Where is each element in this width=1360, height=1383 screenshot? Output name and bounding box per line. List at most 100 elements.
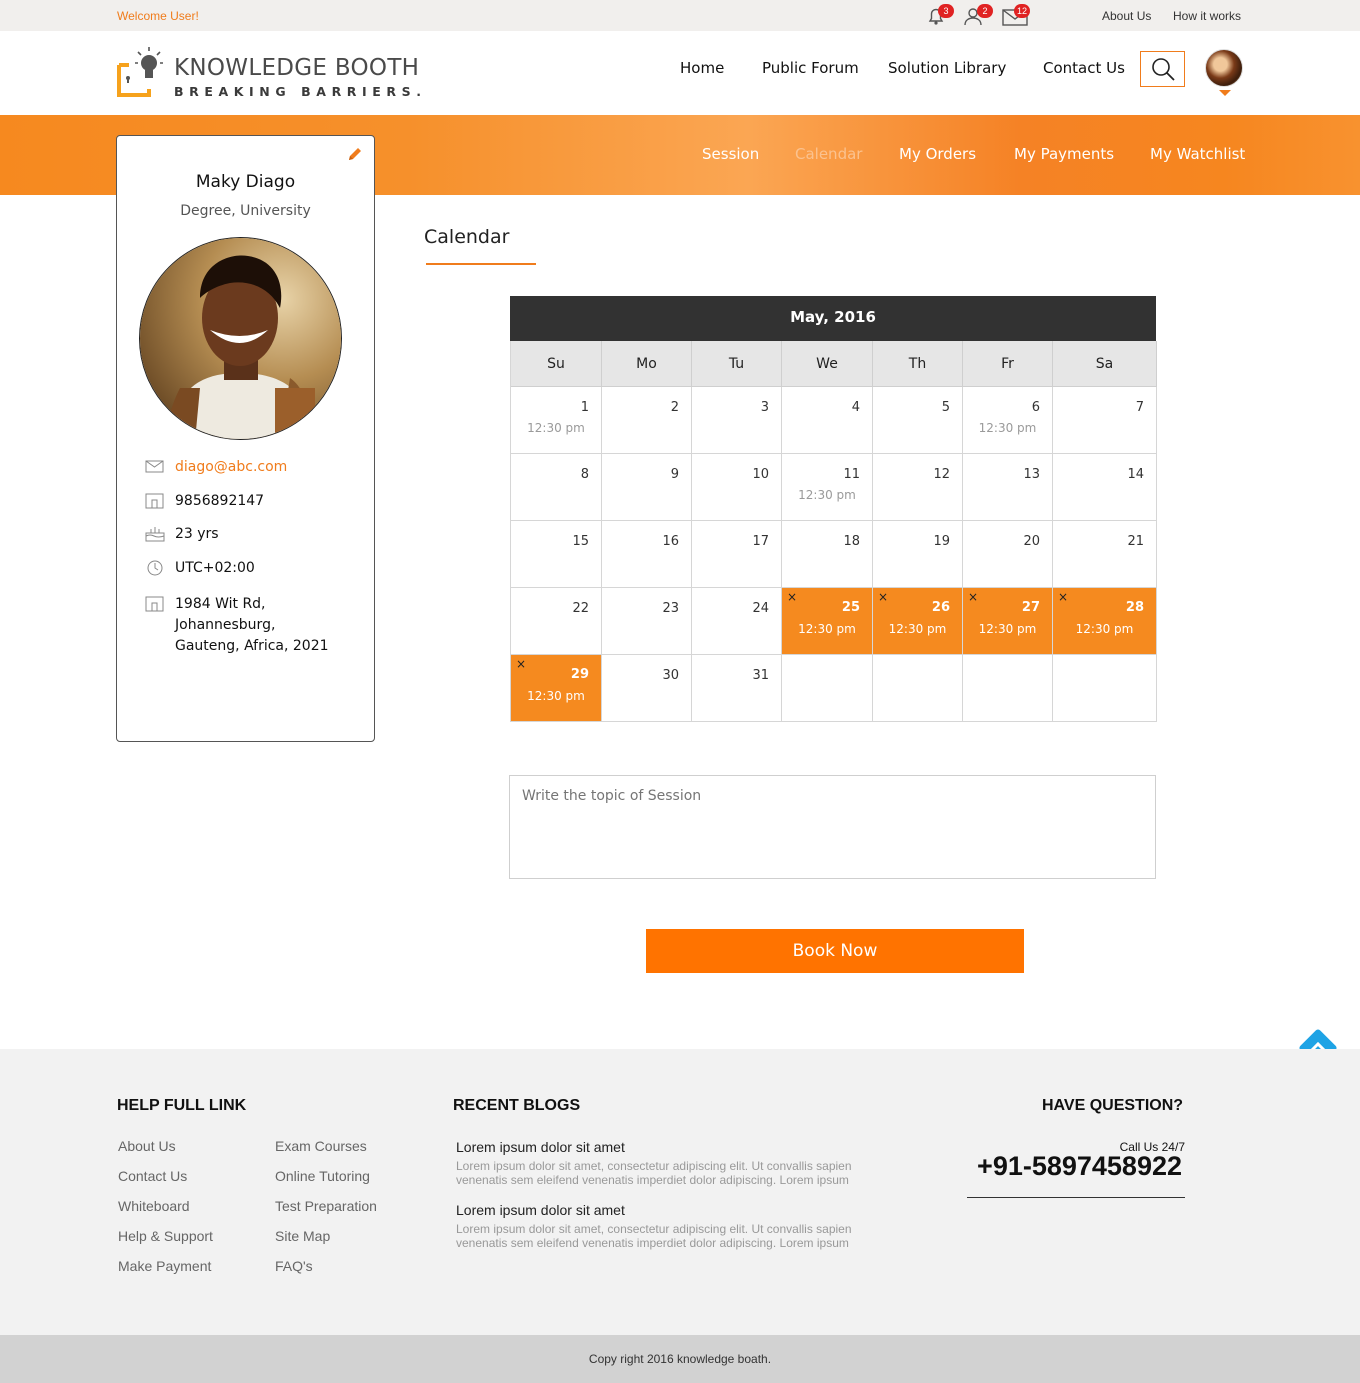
footer-link[interactable]: FAQ's (275, 1258, 313, 1274)
search-button[interactable] (1140, 51, 1185, 87)
calendar-day[interactable]: 11 12:30 pm (782, 454, 873, 521)
day-number: 6 (1031, 400, 1040, 415)
address-line: Johannesburg, (175, 617, 276, 633)
calendar-day[interactable]: 20 (963, 521, 1053, 588)
profile-phone: 9856892147 (175, 493, 265, 509)
day-number: 22 (572, 601, 589, 616)
weekday-header: We (782, 341, 873, 387)
phone-icon (145, 493, 164, 509)
session-topic-input[interactable] (509, 775, 1156, 879)
calendar-grid: Su Mo Tu We Th Fr Sa 1 12:30 pm 2 3 4 5 6 12:30 pm 7 8 9 1… (510, 341, 1157, 722)
day-number: 28 (1125, 600, 1144, 615)
calendar: May, 2016 Su Mo Tu We Th Fr Sa 1 12:30 pm 2 3 4 5 6 12… (510, 296, 1157, 722)
user-avatar[interactable] (1205, 49, 1243, 87)
nav-home[interactable]: Home (680, 59, 724, 77)
calendar-day[interactable]: 4 (782, 387, 873, 454)
close-icon[interactable]: × (516, 657, 526, 671)
tab-my-payments[interactable]: My Payments (1014, 145, 1114, 163)
profile-degree: Degree, University (180, 203, 311, 219)
calendar-day[interactable]: 8 (511, 454, 602, 521)
tab-session[interactable]: Session (702, 145, 759, 163)
calendar-day[interactable]: 19 (873, 521, 963, 588)
top-link-how-it-works[interactable]: How it works (1173, 9, 1241, 23)
calendar-day-booked[interactable]: × 29 12:30 pm (511, 655, 602, 722)
calendar-day[interactable]: 12 (873, 454, 963, 521)
footer-link[interactable]: Online Tutoring (275, 1168, 370, 1184)
calendar-day-booked[interactable]: × 25 12:30 pm (782, 588, 873, 655)
calendar-day (963, 655, 1053, 722)
weekday-header: Sa (1053, 341, 1157, 387)
calendar-day-booked[interactable]: × 26 12:30 pm (873, 588, 963, 655)
calendar-day-booked[interactable]: × 28 12:30 pm (1053, 588, 1157, 655)
notification-count-badge: 3 (938, 4, 954, 18)
search-icon (1152, 58, 1175, 81)
day-number: 3 (760, 400, 769, 415)
calendar-day[interactable]: 24 (692, 588, 782, 655)
day-number: 19 (933, 534, 950, 549)
logo-name: KNOWLEDGE BOOTH (174, 55, 420, 81)
calendar-day[interactable]: 5 (873, 387, 963, 454)
top-link-about-us[interactable]: About Us (1102, 9, 1151, 23)
close-icon[interactable]: × (968, 590, 978, 604)
day-number: 31 (752, 668, 769, 683)
nav-public-forum[interactable]: Public Forum (762, 59, 859, 77)
day-number: 1 (580, 400, 589, 415)
footer-link[interactable]: Exam Courses (275, 1138, 367, 1154)
site-logo[interactable]: KNOWLEDGE BOOTH BREAKING BARRIERS. (117, 43, 437, 103)
profile-email[interactable]: diago@abc.com (175, 457, 287, 478)
notifications-button[interactable]: 3 (926, 4, 956, 28)
blog-title[interactable]: Lorem ipsum dolor sit amet (456, 1202, 625, 1218)
tab-calendar[interactable]: Calendar (795, 145, 862, 163)
calendar-day[interactable]: 22 (511, 588, 602, 655)
session-time: 12:30 pm (798, 622, 856, 636)
nav-solution-library[interactable]: Solution Library (888, 59, 1006, 77)
pencil-icon[interactable] (346, 145, 364, 163)
session-time: 12:30 pm (798, 488, 856, 502)
footer-link[interactable]: Make Payment (118, 1258, 211, 1274)
calendar-day[interactable]: 7 (1053, 387, 1157, 454)
profile-timezone-row: UTC+02:00 (145, 558, 255, 579)
calendar-day[interactable]: 10 (692, 454, 782, 521)
chevron-down-icon[interactable] (1219, 90, 1231, 96)
footer-link[interactable]: Site Map (275, 1228, 330, 1244)
calendar-day[interactable]: 17 (692, 521, 782, 588)
page-title: Calendar (424, 226, 510, 248)
blog-title[interactable]: Lorem ipsum dolor sit amet (456, 1139, 625, 1155)
calendar-day[interactable]: 30 (602, 655, 692, 722)
day-number: 15 (572, 534, 589, 549)
calendar-day[interactable]: 1 12:30 pm (511, 387, 602, 454)
calendar-day[interactable]: 23 (602, 588, 692, 655)
calendar-day[interactable]: 15 (511, 521, 602, 588)
day-number: 26 (931, 600, 950, 615)
calendar-day-booked[interactable]: × 27 12:30 pm (963, 588, 1053, 655)
footer-link[interactable]: About Us (118, 1138, 176, 1154)
calendar-day[interactable]: 14 (1053, 454, 1157, 521)
calendar-day[interactable]: 13 (963, 454, 1053, 521)
friend-requests-button[interactable]: 2 (963, 4, 993, 28)
calendar-day[interactable]: 3 (692, 387, 782, 454)
calendar-day[interactable]: 9 (602, 454, 692, 521)
close-icon[interactable]: × (787, 590, 797, 604)
calendar-day[interactable]: 31 (692, 655, 782, 722)
calendar-day[interactable]: 18 (782, 521, 873, 588)
messages-button[interactable]: 12 (1002, 4, 1042, 28)
nav-contact-us[interactable]: Contact Us (1043, 59, 1125, 77)
session-time: 12:30 pm (888, 622, 947, 636)
close-icon[interactable]: × (1058, 590, 1068, 604)
footer-link[interactable]: Help & Support (118, 1228, 213, 1244)
calendar-day[interactable]: 2 (602, 387, 692, 454)
day-number: 14 (1127, 467, 1144, 482)
calendar-day[interactable]: 21 (1053, 521, 1157, 588)
day-number: 27 (1021, 600, 1040, 615)
footer-link[interactable]: Contact Us (118, 1168, 187, 1184)
footer-link[interactable]: Whiteboard (118, 1198, 190, 1214)
tab-my-watchlist[interactable]: My Watchlist (1150, 145, 1245, 163)
book-now-button[interactable]: Book Now (646, 929, 1024, 973)
close-icon[interactable]: × (878, 590, 888, 604)
address-line: Gauteng, Africa, 2021 (175, 638, 329, 654)
footer-link[interactable]: Test Preparation (275, 1198, 377, 1214)
calendar-day[interactable]: 6 12:30 pm (963, 387, 1053, 454)
calendar-day[interactable]: 16 (602, 521, 692, 588)
session-time: 12:30 pm (978, 622, 1037, 636)
tab-my-orders[interactable]: My Orders (899, 145, 976, 163)
